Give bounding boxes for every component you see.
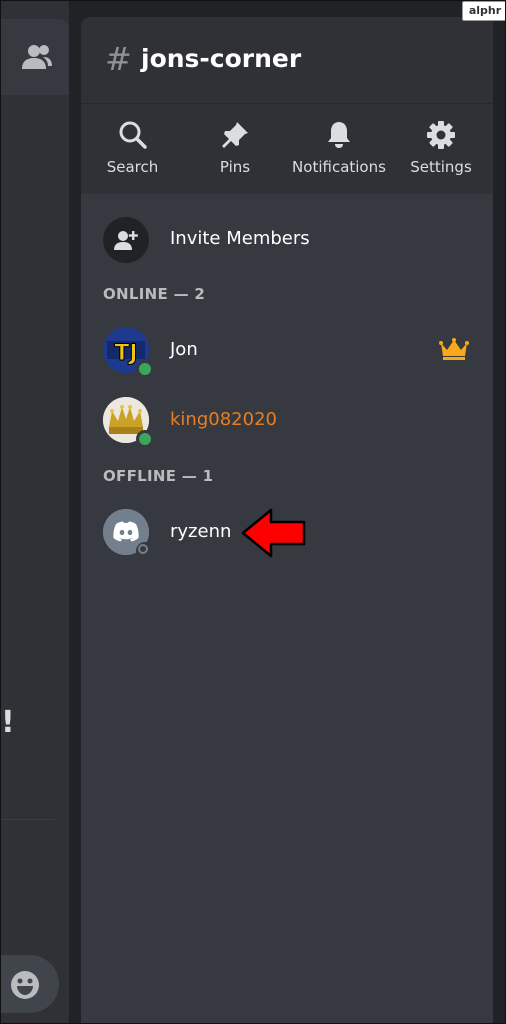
member-item-king082020[interactable]: king082020 xyxy=(103,397,473,448)
member-name: ryzenn xyxy=(170,521,232,542)
app-frame: ! # jons-corner Search Pins Notification… xyxy=(0,0,506,1024)
members-icon[interactable] xyxy=(21,43,53,71)
emoji-icon[interactable] xyxy=(9,969,41,1001)
crown-icon xyxy=(439,338,469,360)
search-label: Search xyxy=(106,158,159,176)
partial-glyph: ! xyxy=(1,705,15,740)
gear-icon xyxy=(427,121,455,149)
pin-icon xyxy=(222,122,248,148)
channel-name: jons-corner xyxy=(141,44,302,73)
invite-members-label: Invite Members xyxy=(170,228,310,249)
member-name: king082020 xyxy=(170,409,277,430)
left-divider xyxy=(1,819,55,820)
invite-circle xyxy=(103,217,149,263)
channel-hash-icon: # xyxy=(105,40,132,78)
notifications-button[interactable]: Notifications xyxy=(287,120,391,176)
channel-header: # jons-corner xyxy=(81,17,493,103)
pins-button[interactable]: Pins xyxy=(199,120,271,176)
notifications-label: Notifications xyxy=(292,158,386,176)
settings-button[interactable]: Settings xyxy=(405,120,477,176)
bell-icon xyxy=(328,122,350,148)
search-button[interactable]: Search xyxy=(95,120,170,176)
online-status-dot xyxy=(136,430,154,448)
add-user-icon xyxy=(114,231,138,250)
member-name: Jon xyxy=(170,339,198,360)
offline-section-title: OFFLINE — 1 xyxy=(103,467,214,485)
channel-toolbar: Search Pins Notifications Settings xyxy=(81,104,493,194)
offline-status-dot xyxy=(136,542,154,560)
invite-members-button[interactable]: Invite Members xyxy=(103,217,403,263)
avatar xyxy=(103,397,154,448)
search-icon xyxy=(119,121,147,149)
avatar xyxy=(103,509,154,560)
settings-label: Settings xyxy=(410,158,472,176)
svg-text:TJ: TJ xyxy=(114,341,137,366)
left-sidebar: ! xyxy=(1,1,69,1023)
avatar: TJ xyxy=(103,327,154,378)
online-section-title: ONLINE — 2 xyxy=(103,285,206,303)
online-status-dot xyxy=(136,360,154,378)
member-panel: # jons-corner Search Pins Notifications … xyxy=(81,17,493,1023)
brand-badge: alphr xyxy=(462,1,505,21)
red-arrow-annotation xyxy=(241,508,306,558)
pins-label: Pins xyxy=(219,158,251,176)
member-item-jon[interactable]: TJ Jon xyxy=(103,327,473,378)
